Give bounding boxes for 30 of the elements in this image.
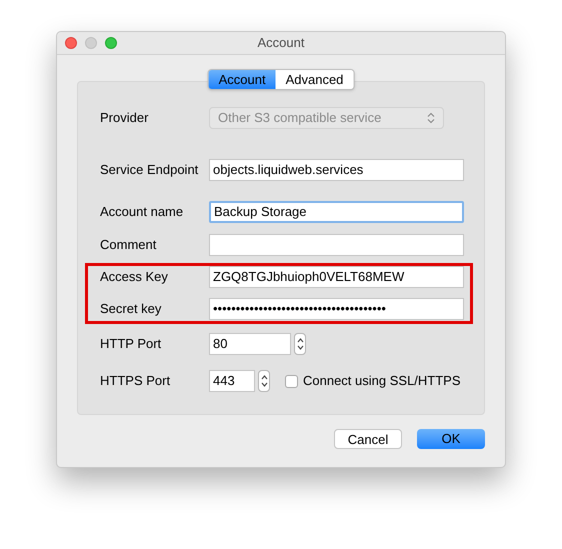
input-field[interactable]: ZGQ8TGJbhuioph0VELT68MEW xyxy=(209,266,464,288)
stepper-control[interactable] xyxy=(294,333,306,355)
field-label: Comment xyxy=(100,236,158,254)
field-label: Account name xyxy=(100,203,184,221)
chevron-updown-icon xyxy=(296,337,304,351)
minimize-icon[interactable] xyxy=(85,37,97,49)
chevron-updown-icon xyxy=(427,112,435,124)
close-icon[interactable] xyxy=(65,37,77,49)
field-label: Secret key xyxy=(100,300,162,318)
dialog-button[interactable]: OK xyxy=(417,429,485,449)
input-field[interactable]: objects.liquidweb.services xyxy=(209,159,464,181)
checkbox-label[interactable]: Connect using SSL/HTTPS xyxy=(303,371,461,391)
field-label: Provider xyxy=(100,109,150,127)
stepper-control[interactable] xyxy=(258,370,270,392)
input-field[interactable]: 443 xyxy=(209,370,255,392)
field-label: Service Endpoint xyxy=(100,161,200,179)
field-label: Access Key xyxy=(100,268,169,286)
tab[interactable]: Account xyxy=(208,70,276,89)
tab[interactable]: Advanced xyxy=(276,70,354,89)
field-label: HTTP Port xyxy=(100,335,162,353)
input-field[interactable]: Backup Storage xyxy=(209,201,464,223)
password-field[interactable]: •••••••••••••••••••••••••••••••••••••• xyxy=(209,298,464,320)
field-label: HTTPS Port xyxy=(100,372,172,390)
window-title: Account xyxy=(258,34,304,52)
zoom-icon[interactable] xyxy=(105,37,117,49)
input-field[interactable] xyxy=(209,234,464,256)
checkbox[interactable] xyxy=(285,374,298,388)
dialog-button[interactable]: Cancel xyxy=(334,429,402,449)
input-field[interactable]: 80 xyxy=(209,333,291,355)
chevron-updown-icon xyxy=(260,374,268,388)
